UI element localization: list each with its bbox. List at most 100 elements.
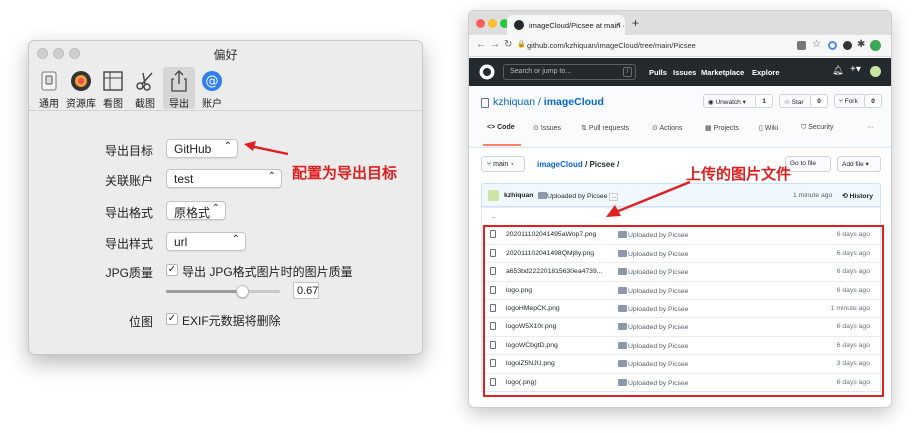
tab-projects[interactable]: ▦ Projects [705, 124, 739, 132]
nav-pulls[interactable]: Pulls [649, 68, 667, 77]
format-row: 导出格式 原格式 ⌃ [29, 201, 422, 221]
translate-icon[interactable] [797, 41, 806, 50]
prefs-title: 偏好 [213, 48, 238, 62]
tab-more[interactable]: ··· [867, 124, 874, 131]
repo-icon [481, 98, 489, 108]
tab-pull-requests-label: Pull requests [588, 125, 630, 132]
bell-icon[interactable]: 🔔︎ [832, 65, 843, 76]
commit-badge-icon [538, 192, 547, 199]
profile-avatar[interactable] [870, 40, 881, 51]
switch-icon [37, 69, 61, 93]
jpg-label: JPG质量 [105, 266, 153, 280]
jpg-quality-slider[interactable] [166, 285, 280, 298]
tab-actions-label: Actions [659, 125, 683, 132]
style-select[interactable]: url ⌃ [166, 232, 246, 251]
parent-dir-link[interactable]: .. [492, 213, 598, 220]
nav-marketplace[interactable]: Marketplace [701, 68, 744, 77]
plus-menu-icon[interactable]: +▾ [850, 64, 861, 75]
prefs-toolbar: 通用 资源库 看图 截图 导出 @ 账户 [29, 65, 422, 111]
tab-code-label: Code [497, 124, 515, 131]
annotation-arrow-right [606, 180, 691, 217]
github-favicon-icon [514, 20, 524, 30]
repo-name-link[interactable]: imageCloud [544, 96, 604, 108]
account-label: 关联账户 [104, 174, 153, 188]
tab-code[interactable]: <> Code [487, 124, 515, 131]
nav-issues[interactable]: Issues [673, 68, 696, 77]
tab-issues[interactable]: ⊙ Issues [533, 124, 561, 132]
account-select[interactable]: test ⌃ [166, 169, 282, 188]
export-target-row: 导出目标 GitHub ⌃ [29, 139, 422, 159]
unwatch-label: Unwatch [715, 99, 741, 106]
star-count[interactable]: 0 [810, 94, 828, 108]
jpg-quality-checkbox[interactable]: ✓ [166, 264, 178, 276]
unwatch-button[interactable]: ◉ Unwatch ▾ [703, 94, 757, 108]
repo-separator: / [535, 96, 544, 108]
export-target-select[interactable]: GitHub ⌃ [166, 139, 238, 158]
puzzle-icon[interactable]: ✱ [857, 39, 865, 50]
watch-count[interactable]: 1 [755, 94, 773, 108]
tab-pull-requests[interactable]: ⇅ Pull requests [581, 124, 629, 132]
search-input[interactable]: Search or jump to... / [503, 64, 636, 80]
format-value: 原格式 [174, 206, 211, 220]
commit-message-text: Uploaded by Picsee [547, 193, 608, 200]
history-label: History [849, 193, 874, 200]
at-icon: @ [200, 69, 224, 93]
star-button[interactable]: ☆ Star [779, 94, 812, 108]
github-logo-icon[interactable] [479, 64, 495, 80]
search-shortcut-key: / [623, 67, 632, 77]
fork-button[interactable]: ⑂ Fork [834, 94, 866, 108]
slider-knob[interactable] [236, 285, 250, 298]
branch-select[interactable]: ⑂ main ▾ [481, 156, 525, 172]
extension-icon[interactable] [843, 41, 852, 50]
exif-checkbox[interactable]: ✓ [166, 313, 178, 325]
github-header: Search or jump to... / Pulls Issues Mark… [469, 58, 891, 86]
close-button[interactable] [476, 19, 485, 28]
updown-chevron-icon: ⌃ [223, 141, 232, 152]
tab-wiki[interactable]: ▯ Wiki [759, 124, 778, 132]
tab-wiki-label: Wiki [764, 125, 779, 132]
tab-actions[interactable]: ⊙ Actions [652, 124, 682, 132]
branch-name: main [493, 161, 509, 168]
reload-icon[interactable]: ↻ [504, 39, 512, 50]
jpg-quality-field[interactable]: 0.67 [293, 282, 319, 299]
search-placeholder: Search or jump to... [510, 68, 572, 75]
fork-count[interactable]: 0 [864, 94, 882, 108]
address-bar: ← → ↻ 🔒 github.com/kzhiquan/imageCloud/t… [469, 35, 891, 57]
repo-owner-link[interactable]: kzhiquan [493, 96, 535, 108]
url-field[interactable]: github.com/kzhiquan/imageCloud/tree/main… [527, 41, 696, 50]
updown-chevron-icon: ⌃ [267, 171, 276, 182]
prefs-titlebar: 偏好 [29, 41, 422, 65]
format-label: 导出格式 [104, 206, 153, 220]
nav-explore[interactable]: Explore [752, 68, 780, 77]
minimize-button[interactable] [488, 19, 497, 28]
tab-account[interactable]: @ 账户 [196, 67, 228, 110]
back-icon[interactable]: ← [476, 39, 486, 50]
file-nav-row: ⑂ main ▾ imageCloud / Picsee / Go to fil… [469, 156, 891, 176]
add-file-button[interactable]: Add file ▾ [837, 156, 881, 172]
repo-title: kzhiquan / imageCloud [493, 96, 604, 108]
new-tab-button[interactable]: + [632, 16, 639, 30]
commit-time: 1 minute ago [793, 192, 833, 199]
forward-icon[interactable]: → [490, 39, 500, 50]
star-icon[interactable]: ☆ [812, 39, 821, 50]
go-to-file-button[interactable]: Go to file [785, 156, 831, 172]
tab-close-icon[interactable]: × [616, 20, 621, 29]
format-select[interactable]: 原格式 ⌃ [166, 201, 226, 220]
commit-user[interactable]: kzhiquan [504, 192, 533, 199]
tab-issues-label: Issues [540, 125, 562, 132]
jpg-quality-checkbox-label: 导出 JPG格式图片时的图片质量 [182, 265, 353, 279]
tab-security[interactable]: ⛉ Security [801, 124, 834, 132]
user-avatar[interactable] [870, 66, 881, 77]
extension-icons[interactable]: ☆ ✱ [797, 39, 885, 52]
grid-icon [101, 69, 125, 93]
browser-tab[interactable]: imageCloud/Picsee at main · k × [507, 15, 625, 35]
tab-security-label: Security [808, 124, 834, 131]
photos-icon [69, 69, 93, 93]
updown-chevron-icon: ⌃ [211, 203, 220, 214]
history-link[interactable]: ⟲ History [842, 192, 873, 200]
account-value: test [174, 172, 194, 186]
bitmap-row: 位图 ✓ EXIF元数据将删除 [29, 310, 422, 330]
tab-account-label: 账户 [202, 99, 222, 110]
breadcrumb-repo-link[interactable]: imageCloud [537, 160, 583, 169]
extension-icon[interactable] [828, 41, 837, 50]
